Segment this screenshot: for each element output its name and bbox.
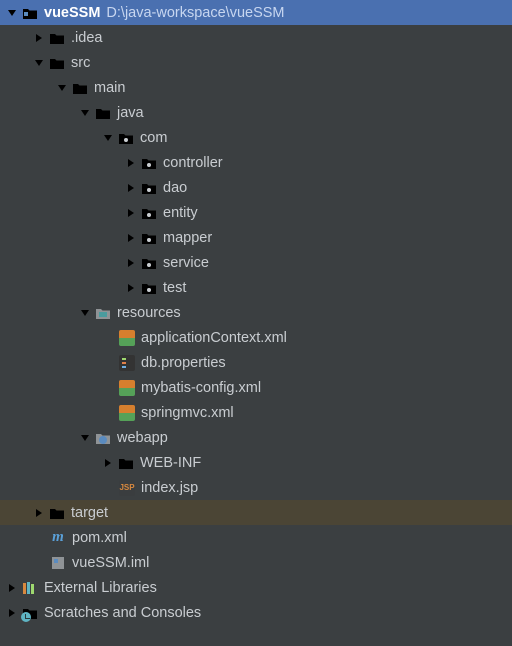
tree-row-com[interactable]: com (0, 125, 512, 150)
iml-file-icon (50, 555, 66, 571)
tree-label: target (71, 505, 108, 521)
package-icon (141, 280, 157, 296)
tree-row-appctx[interactable]: applicationContext.xml (0, 325, 512, 350)
tree-row-mybatis[interactable]: mybatis-config.xml (0, 375, 512, 400)
tree-label: com (140, 130, 167, 146)
tree-row-target[interactable]: target (0, 500, 512, 525)
chevron-down-icon[interactable] (79, 307, 91, 319)
properties-file-icon (119, 355, 135, 371)
tree-label: External Libraries (44, 580, 157, 596)
xml-file-icon (119, 330, 135, 346)
xml-file-icon (119, 380, 135, 396)
tree-row-root[interactable]: vueSSM D:\java-workspace\vueSSM (0, 0, 512, 25)
tree-row-pom[interactable]: m pom.xml (0, 525, 512, 550)
tree-label: entity (163, 205, 198, 221)
tree-label: pom.xml (72, 530, 127, 546)
tree-row-dao[interactable]: dao (0, 175, 512, 200)
tree-label: controller (163, 155, 223, 171)
tree-row-iml[interactable]: vueSSM.iml (0, 550, 512, 575)
tree-row-indexjsp[interactable]: JSP index.jsp (0, 475, 512, 500)
chevron-right-icon[interactable] (125, 182, 137, 194)
tree-label: test (163, 280, 186, 296)
excluded-folder-icon (49, 505, 65, 521)
chevron-right-icon[interactable] (125, 257, 137, 269)
tree-row-test[interactable]: test (0, 275, 512, 300)
tree-label: springmvc.xml (141, 405, 234, 421)
scratches-icon (22, 605, 38, 621)
tree-label: vueSSM.iml (72, 555, 149, 571)
tree-label: index.jsp (141, 480, 198, 496)
tree-label: java (117, 105, 144, 121)
tree-row-resources[interactable]: resources (0, 300, 512, 325)
tree-label: mapper (163, 230, 212, 246)
tree-row-webinf[interactable]: WEB-INF (0, 450, 512, 475)
chevron-right-icon[interactable] (125, 207, 137, 219)
package-icon (141, 180, 157, 196)
tree-row-webapp[interactable]: webapp (0, 425, 512, 450)
tree-label: dao (163, 180, 187, 196)
tree-row-java[interactable]: java (0, 100, 512, 125)
chevron-right-icon[interactable] (33, 32, 45, 44)
tree-label: resources (117, 305, 181, 321)
tree-label: Scratches and Consoles (44, 605, 201, 621)
chevron-down-icon[interactable] (33, 57, 45, 69)
tree-label: src (71, 55, 90, 71)
chevron-down-icon[interactable] (79, 107, 91, 119)
tree-label: applicationContext.xml (141, 330, 287, 346)
tree-row-controller[interactable]: controller (0, 150, 512, 175)
package-icon (141, 205, 157, 221)
resources-folder-icon (95, 305, 111, 321)
chevron-right-icon[interactable] (125, 157, 137, 169)
tree-row-scratches[interactable]: Scratches and Consoles (0, 600, 512, 625)
package-icon (141, 255, 157, 271)
jsp-file-icon: JSP (119, 480, 135, 496)
root-path: D:\java-workspace\vueSSM (106, 5, 284, 21)
tree-row-idea[interactable]: .idea (0, 25, 512, 50)
tree-row-entity[interactable]: entity (0, 200, 512, 225)
chevron-down-icon[interactable] (102, 132, 114, 144)
tree-row-external-libraries[interactable]: External Libraries (0, 575, 512, 600)
package-icon (141, 230, 157, 246)
chevron-right-icon[interactable] (6, 607, 18, 619)
tree-label: .idea (71, 30, 102, 46)
chevron-right-icon[interactable] (125, 282, 137, 294)
folder-icon (72, 80, 88, 96)
chevron-down-icon[interactable] (6, 7, 18, 19)
tree-row-service[interactable]: service (0, 250, 512, 275)
xml-file-icon (119, 405, 135, 421)
tree-label: service (163, 255, 209, 271)
libraries-icon (22, 580, 38, 596)
project-tree: vueSSM D:\java-workspace\vueSSM .idea sr… (0, 0, 512, 625)
tree-label: mybatis-config.xml (141, 380, 261, 396)
web-folder-icon (95, 430, 111, 446)
folder-icon (118, 455, 134, 471)
tree-row-src[interactable]: src (0, 50, 512, 75)
source-folder-icon (95, 105, 111, 121)
tree-row-main[interactable]: main (0, 75, 512, 100)
tree-row-dbprop[interactable]: db.properties (0, 350, 512, 375)
chevron-right-icon[interactable] (6, 582, 18, 594)
package-icon (118, 130, 134, 146)
chevron-down-icon[interactable] (56, 82, 68, 94)
folder-icon (49, 30, 65, 46)
chevron-right-icon[interactable] (125, 232, 137, 244)
root-name: vueSSM (44, 5, 100, 21)
tree-label: main (94, 80, 125, 96)
tree-row-springmvc[interactable]: springmvc.xml (0, 400, 512, 425)
tree-row-mapper[interactable]: mapper (0, 225, 512, 250)
folder-icon (49, 55, 65, 71)
tree-label: webapp (117, 430, 168, 446)
maven-file-icon: m (50, 530, 66, 546)
tree-label: WEB-INF (140, 455, 201, 471)
chevron-right-icon[interactable] (102, 457, 114, 469)
chevron-down-icon[interactable] (79, 432, 91, 444)
module-folder-icon (22, 5, 38, 21)
chevron-right-icon[interactable] (33, 507, 45, 519)
package-icon (141, 155, 157, 171)
tree-label: db.properties (141, 355, 226, 371)
